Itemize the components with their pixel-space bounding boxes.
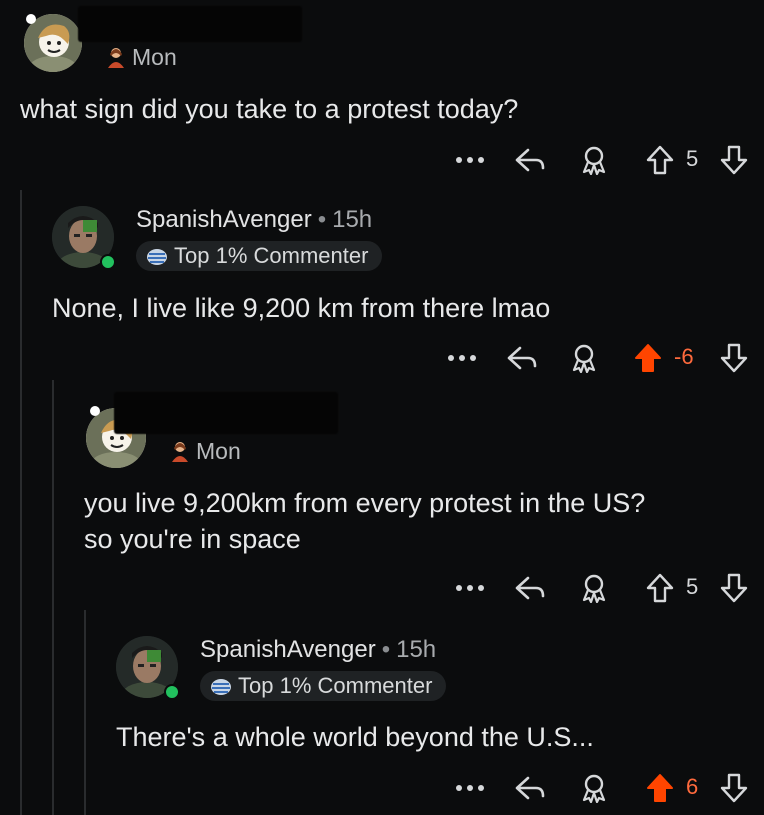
flair-icon xyxy=(108,48,124,68)
reply1-badge-label: Top 1% Commenter xyxy=(174,243,369,268)
op-avatar-dot xyxy=(26,14,36,24)
award-button[interactable] xyxy=(574,570,614,606)
reply2-flair-icon xyxy=(168,440,192,462)
meta-separator: • xyxy=(381,636,391,663)
award-button[interactable] xyxy=(574,770,614,806)
thread-line-3[interactable] xyxy=(84,610,86,815)
downvote-icon xyxy=(720,773,748,803)
reply2-text-line2: so you're in space xyxy=(84,524,301,554)
award-icon xyxy=(582,774,606,803)
reply1-meta: SpanishAvenger • 15h xyxy=(136,206,372,234)
reply-icon xyxy=(515,576,545,600)
more-icon xyxy=(456,585,484,591)
upvote-button[interactable] xyxy=(642,570,678,606)
vote-score: 5 xyxy=(686,574,699,599)
reply3-badge-label: Top 1% Commenter xyxy=(238,673,433,698)
flair-icon xyxy=(172,442,188,462)
more-icon xyxy=(456,785,484,791)
reply1-online-indicator xyxy=(100,254,116,270)
downvote-icon xyxy=(720,343,748,373)
more-icon xyxy=(448,355,476,361)
reply2-avatar-dot xyxy=(90,406,100,416)
vote-score: 5 xyxy=(686,146,699,171)
op-post-text: what sign did you take to a protest toda… xyxy=(20,94,519,124)
upvote-button-active[interactable] xyxy=(642,770,678,806)
more-button[interactable] xyxy=(440,340,484,376)
reply-icon xyxy=(507,346,537,370)
downvote-button[interactable] xyxy=(716,142,752,178)
reply-button[interactable] xyxy=(502,340,542,376)
upvote-icon xyxy=(647,774,673,802)
op-username-redacted xyxy=(78,6,302,42)
op-flair-icon xyxy=(104,46,128,68)
upvote-icon xyxy=(635,344,661,372)
award-icon xyxy=(572,344,596,373)
downvote-icon xyxy=(720,573,748,603)
reply2-text-line1: you live 9,200km from every protest in t… xyxy=(84,488,646,518)
downvote-button[interactable] xyxy=(716,340,752,376)
more-icon xyxy=(456,157,484,163)
more-button[interactable] xyxy=(448,770,492,806)
badge-icon xyxy=(210,678,232,696)
upvote-button[interactable] xyxy=(642,142,678,178)
award-icon xyxy=(582,574,606,603)
reply2-day: Mon xyxy=(196,438,241,464)
downvote-button[interactable] xyxy=(716,770,752,806)
reply3-meta: SpanishAvenger • 15h xyxy=(200,636,436,664)
meta-separator: • xyxy=(317,206,327,233)
more-button[interactable] xyxy=(448,570,492,606)
reply3-badge[interactable]: Top 1% Commenter xyxy=(200,671,447,701)
reply-button[interactable] xyxy=(510,570,550,606)
reply1-actions: -6 xyxy=(440,340,760,376)
award-icon xyxy=(582,146,606,175)
vote-score: -6 xyxy=(674,344,694,369)
reply3-text: There's a whole world beyond the U.S... xyxy=(116,722,594,752)
reply1-badge[interactable]: Top 1% Commenter xyxy=(136,241,383,271)
reply2-actions: 5 xyxy=(448,570,758,606)
reply3-actions: 6 xyxy=(448,770,758,806)
reply2-username-redacted xyxy=(114,392,338,434)
more-button[interactable] xyxy=(448,142,492,178)
op-day: Mon xyxy=(132,44,177,70)
reply-icon xyxy=(515,148,545,172)
reply1-text: None, I live like 9,200 km from there lm… xyxy=(52,293,551,323)
upvote-icon xyxy=(646,145,674,175)
reply-button[interactable] xyxy=(510,142,550,178)
reply1-author[interactable]: SpanishAvenger xyxy=(136,206,312,233)
op-actions: 5 xyxy=(448,142,758,178)
reply-icon xyxy=(515,776,545,800)
reply3-author[interactable]: SpanishAvenger xyxy=(200,636,376,663)
award-button[interactable] xyxy=(574,142,614,178)
reply1-time: 15h xyxy=(332,206,373,233)
thread-line-2[interactable] xyxy=(52,380,54,815)
vote-score: 6 xyxy=(686,774,699,799)
upvote-button-active[interactable] xyxy=(630,340,666,376)
reply3-time: 15h xyxy=(396,636,437,663)
downvote-button[interactable] xyxy=(716,570,752,606)
badge-icon xyxy=(146,248,168,266)
thread-line-1[interactable] xyxy=(20,190,22,815)
award-button[interactable] xyxy=(564,340,604,376)
upvote-icon xyxy=(646,573,674,603)
reply3-online-indicator xyxy=(164,684,180,700)
reply-button[interactable] xyxy=(510,770,550,806)
downvote-icon xyxy=(720,145,748,175)
